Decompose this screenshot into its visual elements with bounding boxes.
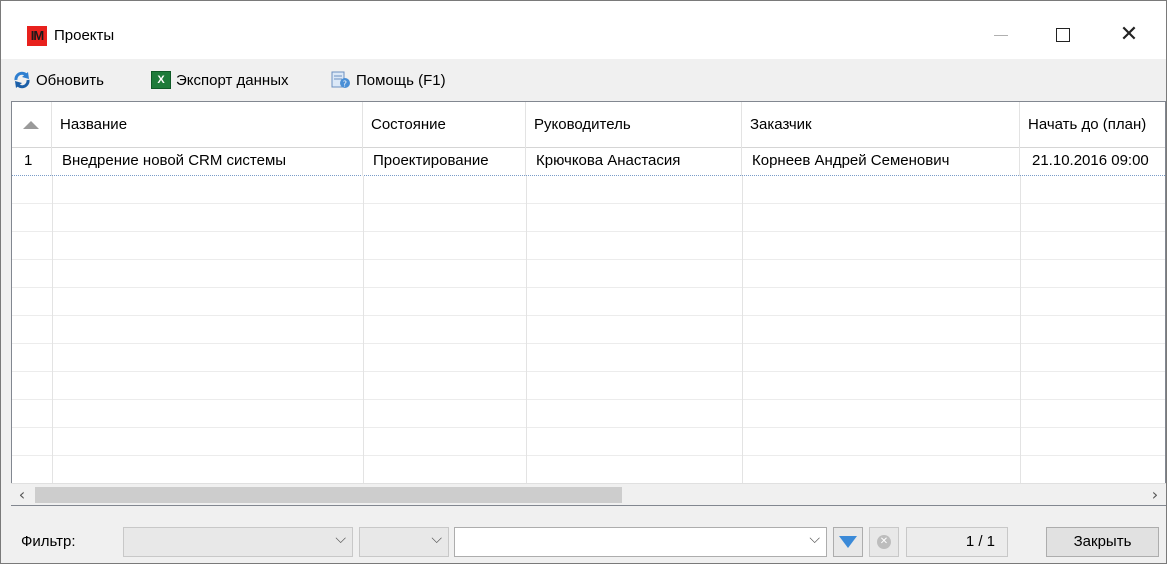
- table-row[interactable]: 1 Внедрение новой CRM системы Проектиров…: [12, 148, 1165, 176]
- export-data-label: Экспорт данных: [176, 71, 289, 89]
- chevron-down-icon: ⌵: [809, 531, 820, 547]
- empty-row: [12, 428, 1165, 456]
- maximize-button[interactable]: [1041, 15, 1085, 55]
- horizontal-scrollbar[interactable]: ‹ ›: [11, 483, 1166, 505]
- empty-row: [12, 400, 1165, 428]
- title-bar: IM Проекты ✕: [1, 1, 1166, 59]
- chevron-down-icon: ⌵: [431, 531, 442, 547]
- sort-ascending-icon: [23, 121, 39, 129]
- projects-grid[interactable]: Название Состояние Руководитель Заказчик…: [11, 101, 1166, 506]
- svg-text:?: ?: [343, 80, 347, 89]
- filter-bar: Фильтр: ⌵ ⌵ ⌵ ✕ 1 / 1 Закрыть: [1, 511, 1166, 563]
- cell-start-plan[interactable]: 21.10.2016 09:00: [1020, 148, 1165, 176]
- row-number-header[interactable]: [12, 102, 52, 148]
- toolbar: Обновить X Экспорт данных ? Помощь (F1): [1, 61, 1166, 99]
- maximize-icon: [1056, 28, 1070, 42]
- refresh-icon: [13, 71, 31, 89]
- projects-window: IM Проекты ✕ Обновить X Экспорт данных ?…: [0, 0, 1167, 564]
- filter-operator-select[interactable]: ⌵: [359, 527, 449, 557]
- cell-customer[interactable]: Корнеев Андрей Семенович: [742, 148, 1020, 176]
- column-header-manager[interactable]: Руководитель: [526, 102, 742, 148]
- column-divider: [526, 176, 527, 486]
- close-window-button[interactable]: ✕: [1107, 15, 1151, 55]
- grid-header: Название Состояние Руководитель Заказчик…: [12, 102, 1165, 148]
- clear-filter-button[interactable]: ✕: [869, 527, 899, 557]
- filter-field-select[interactable]: ⌵: [123, 527, 353, 557]
- page-counter: 1 / 1: [906, 527, 1008, 557]
- row-number: 1: [12, 148, 52, 176]
- cell-name[interactable]: Внедрение новой CRM системы: [52, 148, 363, 176]
- excel-icon: X: [151, 71, 171, 89]
- refresh-button[interactable]: Обновить: [13, 67, 104, 93]
- column-header-name[interactable]: Название: [52, 102, 363, 148]
- empty-row: [12, 232, 1165, 260]
- clear-icon: ✕: [877, 535, 891, 549]
- scrollbar-thumb[interactable]: [35, 487, 622, 503]
- scroll-right-button[interactable]: ›: [1144, 484, 1166, 506]
- filter-value-input[interactable]: ⌵: [454, 527, 827, 557]
- empty-row: [12, 456, 1165, 484]
- column-header-start-plan[interactable]: Начать до (план): [1020, 102, 1165, 148]
- cell-state[interactable]: Проектирование: [363, 148, 526, 176]
- empty-row: [12, 316, 1165, 344]
- cell-manager[interactable]: Крючкова Анастасия: [526, 148, 742, 176]
- chevron-down-icon: ⌵: [335, 531, 346, 547]
- column-header-state[interactable]: Состояние: [363, 102, 526, 148]
- funnel-icon: [839, 536, 857, 548]
- filter-label: Фильтр:: [21, 533, 76, 550]
- empty-row: [12, 288, 1165, 316]
- empty-row: [12, 204, 1165, 232]
- column-divider: [1020, 176, 1021, 486]
- close-button[interactable]: Закрыть: [1046, 527, 1159, 557]
- scroll-left-button[interactable]: ‹: [11, 484, 33, 506]
- empty-row: [12, 344, 1165, 372]
- empty-row: [12, 372, 1165, 400]
- apply-filter-button[interactable]: [833, 527, 863, 557]
- help-button[interactable]: ? Помощь (F1): [331, 67, 446, 93]
- export-data-button[interactable]: X Экспорт данных: [151, 67, 288, 93]
- help-label: Помощь (F1): [356, 71, 446, 89]
- minimize-button[interactable]: [979, 15, 1023, 55]
- empty-row: [12, 260, 1165, 288]
- close-icon: ✕: [1119, 22, 1139, 47]
- help-icon: ?: [331, 71, 351, 89]
- refresh-label: Обновить: [36, 71, 104, 89]
- column-header-customer[interactable]: Заказчик: [742, 102, 1020, 148]
- empty-row: [12, 176, 1165, 204]
- column-divider: [52, 176, 53, 486]
- column-divider: [742, 176, 743, 486]
- minimize-icon: [994, 34, 1008, 36]
- window-title: Проекты: [54, 27, 115, 44]
- column-divider: [363, 176, 364, 486]
- app-logo-icon: IM: [27, 26, 47, 46]
